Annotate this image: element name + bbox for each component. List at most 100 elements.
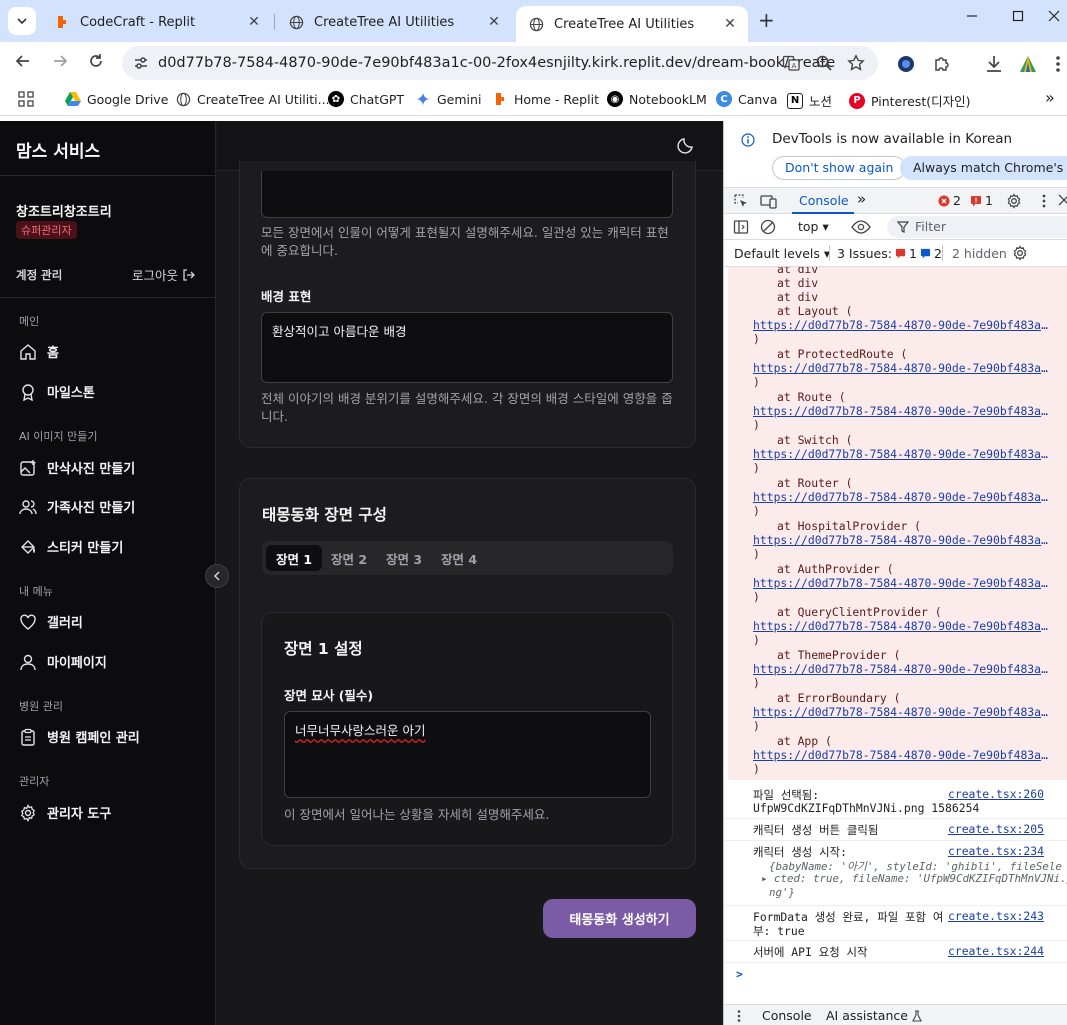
scene-description-input[interactable]: 너무너무사랑스러운 아기 (284, 711, 651, 798)
bookmark-pinterest[interactable]: P Pinterest(디자인) (849, 91, 970, 110)
drawer-tab-ai-assistance[interactable]: AI assistance (826, 1008, 922, 1023)
sidebar-collapse-button[interactable] (205, 564, 229, 588)
background-description-input[interactable]: 환상적이고 아름다운 배경 (261, 312, 673, 383)
eye-icon[interactable] (851, 219, 871, 235)
bookmarks-overflow-button[interactable]: » (1045, 88, 1055, 107)
more-tabs-icon[interactable]: » (857, 190, 866, 208)
zoom-icon[interactable] (815, 54, 833, 72)
bookmark-chatgpt[interactable]: ✿ ChatGPT (328, 91, 404, 107)
new-tab-button[interactable]: + (758, 8, 775, 32)
more-vert-icon[interactable] (1048, 54, 1067, 74)
apps-grid-icon[interactable] (18, 91, 34, 107)
console-toolbar: top ▾ Filter (724, 214, 1067, 240)
logged-object-expander[interactable]: ▸ cted: true, fileName: 'UfpW9CdKZIFqDTh… (761, 872, 1067, 885)
close-window-icon[interactable] (1048, 10, 1060, 26)
stack-source-link[interactable]: https://d0d77b78-7584-4870-90de-7e90bf48… (753, 318, 1049, 332)
tab-scene-1[interactable]: 장면 1 (266, 545, 323, 571)
back-arrow-icon[interactable] (13, 53, 33, 74)
bookmark-google-drive[interactable]: Google Drive (65, 91, 168, 107)
sidebar-item-label: 갤러리 (47, 616, 83, 631)
maximize-icon[interactable] (1012, 10, 1024, 26)
stack-source-link[interactable]: https://d0d77b78-7584-4870-90de-7e90bf48… (753, 705, 1049, 719)
profile-avatar-icon[interactable] (1018, 54, 1038, 74)
stack-source-link[interactable]: https://d0d77b78-7584-4870-90de-7e90bf48… (753, 361, 1049, 375)
tab-scene-3[interactable]: 장면 3 (376, 545, 432, 571)
bookmark-gemini[interactable]: Gemini (415, 91, 481, 107)
character-description-input[interactable] (261, 171, 673, 218)
generate-story-button[interactable]: 태몽동화 생성하기 (543, 899, 696, 938)
browser-tab-codecraft[interactable]: CodeCraft - Replit ✕ (42, 6, 272, 38)
stack-source-link[interactable]: https://d0d77b78-7584-4870-90de-7e90bf48… (753, 748, 1049, 762)
console-prompt[interactable]: > (736, 967, 743, 981)
stack-source-link[interactable]: https://d0d77b78-7584-4870-90de-7e90bf48… (753, 662, 1049, 676)
tab-scene-2[interactable]: 장면 2 (321, 545, 377, 571)
device-toolbar-icon[interactable] (760, 193, 777, 209)
sidebar-item-admin-tools[interactable]: 관리자 도구 (19, 803, 111, 822)
divider (829, 245, 830, 261)
clear-console-icon[interactable] (760, 219, 776, 235)
bookmark-replit[interactable]: Home - Replit (492, 91, 599, 107)
sidebar-item-home[interactable]: 홈 (19, 342, 59, 361)
stack-source-link[interactable]: https://d0d77b78-7584-4870-90de-7e90bf48… (753, 490, 1049, 504)
drawer-tab-console[interactable]: Console (762, 1008, 812, 1023)
account-manage-link[interactable]: 계정 관리 (16, 267, 62, 283)
sidebar-item-family-photo[interactable]: 가족사진 만들기 (19, 497, 135, 516)
stack-source-link[interactable]: https://d0d77b78-7584-4870-90de-7e90bf48… (753, 619, 1049, 633)
bookmark-notion[interactable]: N 노션 (787, 91, 832, 110)
moon-icon[interactable] (677, 136, 695, 154)
console-log-source[interactable]: create.tsx:244 (948, 944, 1044, 958)
console-log-source[interactable]: create.tsx:243 (948, 909, 1044, 923)
bookmark-createtree[interactable]: CreateTree AI Utiliti... (175, 91, 330, 107)
console-log-source[interactable]: create.tsx:205 (948, 822, 1044, 836)
bookmark-notebooklm[interactable]: ◉ NotebookLM (607, 91, 707, 107)
always-match-language-button[interactable]: Always match Chrome's language (900, 156, 1067, 180)
close-icon[interactable]: ✕ (246, 14, 262, 30)
console-log-source[interactable]: create.tsx:234 (948, 844, 1044, 858)
extension-profile-icon[interactable] (896, 54, 916, 74)
download-icon[interactable] (984, 54, 1004, 74)
sidebar-item-gallery[interactable]: 갤러리 (19, 612, 83, 631)
forward-arrow-icon[interactable] (50, 53, 70, 74)
issues-link[interactable]: 3 Issues: 1 2 (837, 246, 942, 261)
bookmark-label: Home - Replit (514, 91, 599, 107)
inspect-element-icon[interactable] (733, 193, 749, 209)
stack-source-link[interactable]: https://d0d77b78-7584-4870-90de-7e90bf48… (753, 533, 1049, 547)
more-vert-icon[interactable] (1036, 193, 1052, 209)
stack-frame: at div (777, 267, 819, 276)
gear-icon[interactable] (1006, 193, 1022, 209)
sidebar-toggle-icon[interactable] (733, 219, 749, 235)
reload-icon[interactable] (86, 53, 106, 74)
default-levels-dropdown[interactable]: Default levels ▾ (734, 246, 830, 261)
logout-button[interactable]: 로그아웃 (132, 265, 196, 284)
sidebar-item-milestone[interactable]: 마일스톤 (19, 382, 95, 401)
tab-search-button[interactable] (8, 7, 36, 35)
sidebar-item-sticker[interactable]: 스티커 만들기 (19, 537, 123, 556)
sidebar-item-hospital-campaign[interactable]: 병원 캠페인 관리 (19, 727, 140, 746)
console-log-source[interactable]: create.tsx:260 (948, 787, 1044, 801)
address-bar[interactable]: d0d77b78-7584-4870-90de-7e90bf483a1c-00-… (122, 46, 878, 80)
sidebar-item-maternity-photo[interactable]: 만삭사진 만들기 (19, 458, 135, 477)
bookmark-canva[interactable]: C Canva (716, 91, 777, 107)
translate-icon[interactable]: A (782, 54, 800, 72)
dont-show-again-button[interactable]: Don't show again (772, 156, 907, 180)
context-selector[interactable]: top ▾ (798, 219, 829, 234)
browser-tab-createtree-active[interactable]: CreateTree AI Utilities ✕ (516, 6, 748, 42)
tab-console[interactable]: Console (799, 193, 849, 208)
puzzle-icon[interactable] (932, 54, 952, 74)
minimize-icon[interactable] (966, 10, 978, 26)
stack-source-link[interactable]: https://d0d77b78-7584-4870-90de-7e90bf48… (753, 404, 1049, 418)
filter-input[interactable]: Filter (887, 216, 1067, 238)
browser-tab-createtree-1[interactable]: CreateTree AI Utilities ✕ (276, 6, 512, 38)
error-counter[interactable]: 2 1 (938, 193, 993, 208)
drawer-menu-icon[interactable] (736, 1009, 742, 1023)
stack-source-link[interactable]: https://d0d77b78-7584-4870-90de-7e90bf48… (753, 447, 1049, 461)
site-info-icon[interactable] (132, 54, 150, 72)
tab-scene-4[interactable]: 장면 4 (431, 545, 487, 571)
stack-source-link[interactable]: https://d0d77b78-7584-4870-90de-7e90bf48… (753, 576, 1049, 590)
gear-icon[interactable] (1012, 245, 1028, 261)
close-icon[interactable]: ✕ (486, 14, 502, 30)
close-icon[interactable]: ✕ (722, 16, 738, 32)
close-icon[interactable] (1058, 194, 1067, 206)
sidebar-item-mypage[interactable]: 마이페이지 (19, 652, 107, 671)
star-icon[interactable] (847, 54, 865, 72)
